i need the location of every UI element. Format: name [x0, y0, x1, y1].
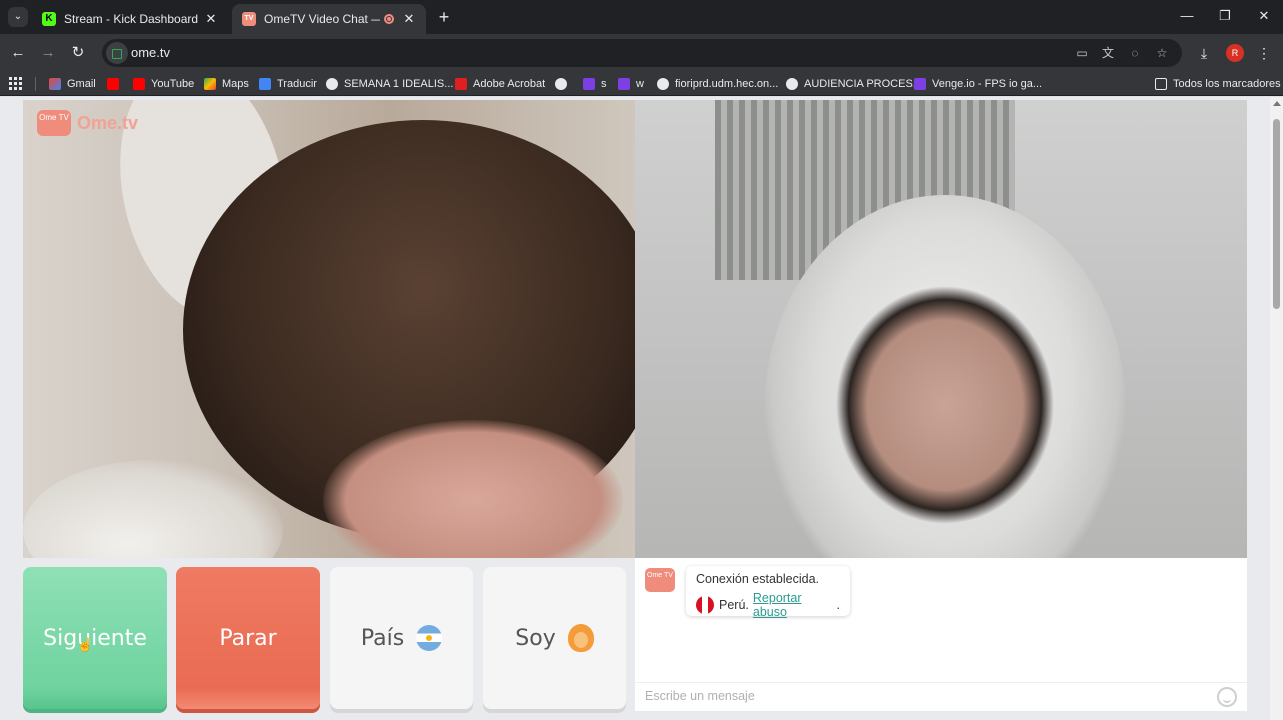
bookmark-semana[interactable]: SEMANA 1 IDEALIS... — [326, 76, 453, 92]
close-window-icon[interactable]: ✕ — [1254, 6, 1274, 26]
translate-icon[interactable]: 文 — [1100, 45, 1116, 61]
globe-icon — [326, 78, 338, 90]
youtube-icon — [107, 78, 119, 90]
mouse-cursor-icon: ☝ — [77, 637, 94, 652]
bookmark-maps[interactable]: Maps — [204, 76, 249, 92]
system-message-bubble: Conexión establecida. Perú. Reportar abu… — [686, 566, 850, 619]
bookmark-youtube[interactable]: YouTube — [133, 76, 194, 92]
ometv-logo-icon: Ome TV — [645, 568, 675, 592]
bookmark-s[interactable]: s — [583, 76, 607, 92]
local-video: Ome TV Ome.tv — [23, 100, 635, 558]
partner-country: Perú. — [719, 598, 749, 612]
logo-text: Ome.tv — [77, 112, 139, 133]
tab-title: Stream - Kick Dashboard — [64, 12, 199, 26]
globe-icon — [657, 78, 669, 90]
all-bookmarks-folder[interactable]: Todos los marcadores — [1155, 76, 1281, 92]
divider — [35, 77, 36, 91]
new-tab-button[interactable]: + — [434, 7, 454, 27]
bookmark-audiencia[interactable]: AUDIENCIA PROCES... — [786, 76, 922, 92]
reload-icon[interactable]: ↻ — [68, 43, 88, 63]
apps-grid-icon[interactable] — [9, 77, 22, 90]
connection-status: Conexión establecida. — [696, 572, 819, 586]
woman-emoji-icon — [567, 624, 594, 652]
ometv-icon: TV — [242, 12, 256, 26]
folder-icon — [1155, 78, 1167, 90]
bookmark-youtube-icon-only[interactable] — [107, 76, 125, 92]
bookmarks-bar: Gmail YouTube Maps Traducir SEMANA 1 IDE… — [0, 72, 1283, 96]
ometv-logo: Ome TV Ome.tv — [37, 110, 138, 136]
gender-button[interactable]: Soy — [483, 567, 626, 709]
bookmark-venge[interactable]: Venge.io - FPS io ga... — [914, 76, 1042, 92]
tab-kick-dashboard[interactable]: K Stream - Kick Dashboard ✕ — [32, 4, 228, 34]
kick-icon: K — [42, 12, 56, 26]
venge-icon — [914, 78, 926, 90]
partner-country-line: Perú. Reportar abuso . — [696, 591, 840, 619]
country-button-label: País — [360, 625, 405, 651]
youtube-icon — [133, 78, 145, 90]
minimize-icon[interactable]: — — [1177, 6, 1197, 26]
next-button[interactable]: Siguiente — [23, 567, 167, 709]
stop-button[interactable]: Parar — [176, 567, 320, 709]
scrollbar-thumb[interactable] — [1273, 119, 1280, 309]
profile-avatar[interactable]: R — [1226, 44, 1244, 62]
tab-title: OmeTV Video Chat — Ome — [264, 12, 380, 26]
tab-strip: ⌄ K Stream - Kick Dashboard ✕ TV OmeTV V… — [0, 0, 1283, 34]
url-text[interactable]: ome.tv — [131, 45, 170, 60]
site-info-icon[interactable] — [106, 42, 128, 64]
cast-icon[interactable]: ▭ — [1074, 45, 1090, 61]
next-button-label: Siguiente — [43, 625, 147, 651]
bookmark-globe[interactable] — [555, 76, 573, 92]
maps-icon — [204, 78, 216, 90]
bookmark-adobe-acrobat[interactable]: Adobe Acrobat — [455, 76, 545, 92]
remote-video — [635, 100, 1247, 558]
message-input[interactable]: Escribe un mensaje — [635, 682, 1247, 711]
pillow-shape — [23, 460, 283, 558]
acrobat-icon — [455, 78, 467, 90]
star-icon[interactable]: ☆ — [1154, 45, 1170, 61]
recording-indicator-icon — [384, 14, 394, 24]
ometv-logo-icon: Ome TV — [37, 110, 71, 136]
close-tab-icon[interactable]: ✕ — [402, 11, 416, 27]
browser-toolbar: ← → ↻ ome.tv ▭ 文 ◌ ☆ ⤓ R ⋮ — [0, 34, 1283, 72]
emoji-picker-icon[interactable] — [1217, 687, 1237, 707]
message-placeholder: Escribe un mensaje — [645, 689, 755, 703]
stop-button-label: Parar — [219, 625, 277, 651]
close-tab-icon[interactable]: ✕ — [204, 11, 218, 27]
venge-icon — [583, 78, 595, 90]
forward-icon[interactable]: → — [38, 43, 58, 63]
country-button[interactable]: País — [330, 567, 473, 709]
bookmark-w[interactable]: w — [618, 76, 644, 92]
address-bar[interactable]: ome.tv ▭ 文 ◌ ☆ — [102, 39, 1182, 67]
scroll-up-arrow-icon[interactable] — [1273, 101, 1281, 106]
globe-icon — [555, 78, 567, 90]
gender-button-label: Soy — [515, 625, 556, 651]
argentina-flag-icon — [416, 625, 443, 651]
kebab-menu-icon[interactable]: ⋮ — [1254, 43, 1274, 63]
gmail-icon — [49, 78, 61, 90]
venge-icon — [618, 78, 630, 90]
back-icon[interactable]: ← — [8, 43, 28, 63]
face-shape — [835, 285, 1055, 525]
page-scrollbar[interactable] — [1270, 97, 1283, 720]
eye-slash-icon[interactable]: ◌ — [1127, 45, 1143, 61]
restore-icon[interactable]: ❐ — [1215, 6, 1235, 26]
report-abuse-link[interactable]: Reportar abuso — [753, 591, 837, 619]
chat-panel: Ome TV Conexión establecida. Perú. Repor… — [635, 558, 1247, 711]
tab-ometv[interactable]: TV OmeTV Video Chat — Ome ✕ — [232, 4, 426, 34]
report-suffix: . — [836, 598, 840, 612]
bookmark-gmail[interactable]: Gmail — [49, 76, 96, 92]
bookmark-fioriprd[interactable]: fioriprd.udm.hec.on... — [657, 76, 778, 92]
download-icon[interactable]: ⤓ — [1194, 43, 1214, 63]
translate-icon — [259, 78, 271, 90]
bookmark-traducir[interactable]: Traducir — [259, 76, 317, 92]
tab-search-chevron-icon[interactable]: ⌄ — [8, 7, 28, 27]
peru-flag-icon — [696, 596, 714, 614]
globe-icon — [786, 78, 798, 90]
